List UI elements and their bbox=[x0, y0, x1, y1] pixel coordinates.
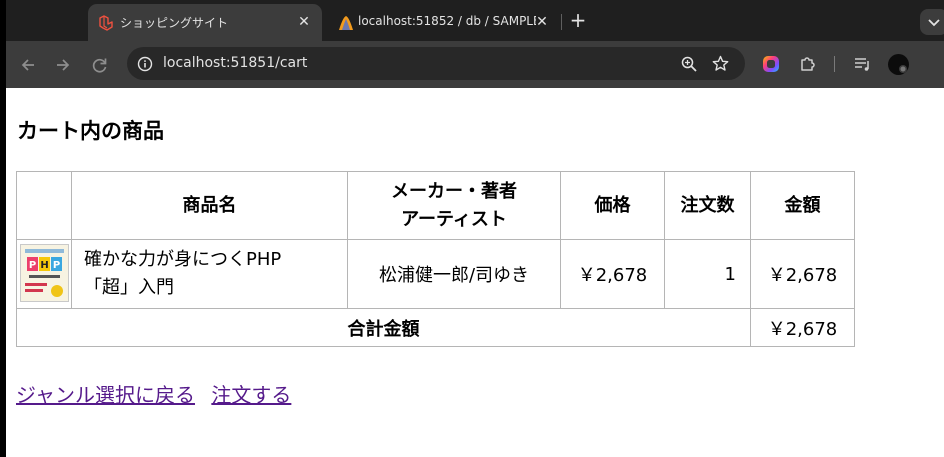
address-bar[interactable]: localhost:51851/cart bbox=[127, 47, 745, 80]
total-label: 合計金額 bbox=[16, 308, 751, 347]
svg-text:P: P bbox=[52, 260, 59, 271]
header-quantity: 注文数 bbox=[664, 171, 751, 240]
close-icon[interactable]: ✕ bbox=[296, 14, 312, 30]
product-name: 確かな力が身につくPHP 「超」入門 bbox=[71, 239, 348, 309]
tab-shopping-site[interactable]: ショッピングサイト ✕ bbox=[88, 4, 322, 41]
media-queue-icon[interactable] bbox=[853, 55, 871, 73]
header-price: 価格 bbox=[560, 171, 665, 240]
profile-badge-icon bbox=[899, 65, 907, 73]
site-info-icon[interactable] bbox=[137, 56, 153, 72]
toolbar-divider bbox=[834, 56, 835, 72]
product-quantity: 1 bbox=[664, 239, 751, 309]
tab-title: ショッピングサイト bbox=[120, 16, 229, 30]
svg-text:H: H bbox=[40, 260, 48, 271]
header-product-name: 商品名 bbox=[71, 171, 348, 240]
laravel-icon bbox=[99, 15, 113, 31]
zoom-icon[interactable] bbox=[681, 56, 697, 72]
header-maker: メーカー・著者 アーティスト bbox=[347, 171, 561, 240]
product-image-cell: P H P bbox=[16, 239, 72, 309]
svg-text:P: P bbox=[28, 260, 35, 271]
bookmark-star-icon[interactable] bbox=[712, 55, 729, 72]
product-amount: ￥2,678 bbox=[750, 239, 855, 309]
reload-icon[interactable] bbox=[90, 55, 110, 75]
table-row: P H P 確かな力が身につくPHP 「超」入門 松浦健一郎/司ゆき ￥2,67… bbox=[16, 239, 855, 309]
header-maker-line2: アーティスト bbox=[401, 208, 507, 230]
page-title: カート内の商品 bbox=[17, 119, 164, 143]
new-tab-plus-icon[interactable]: + bbox=[568, 10, 588, 31]
header-amount: 金額 bbox=[750, 171, 855, 240]
product-name-line2: 「超」入門 bbox=[84, 277, 174, 298]
total-row: 合計金額 ￥2,678 bbox=[16, 308, 855, 347]
phpmyadmin-icon bbox=[339, 16, 353, 30]
tab-divider bbox=[561, 14, 562, 30]
url-text[interactable]: localhost:51851/cart bbox=[163, 55, 307, 71]
page-links: ジャンル選択に戻る 注文する bbox=[16, 379, 301, 408]
close-icon[interactable]: ✕ bbox=[534, 14, 550, 30]
header-maker-line1: メーカー・著者 bbox=[391, 180, 517, 202]
extensions-puzzle-icon[interactable] bbox=[799, 55, 817, 73]
profile-avatar[interactable] bbox=[888, 54, 909, 75]
tab-phpmyadmin[interactable]: localhost:51852 / db / SAMPLE ✕ bbox=[328, 4, 560, 41]
total-amount: ￥2,678 bbox=[750, 308, 855, 347]
back-arrow-icon[interactable] bbox=[18, 55, 38, 75]
product-maker: 松浦健一郎/司ゆき bbox=[347, 239, 561, 309]
place-order-link[interactable]: 注文する bbox=[211, 383, 291, 407]
tab-search-button[interactable] bbox=[920, 9, 944, 35]
book-cover-image: P H P bbox=[20, 245, 68, 301]
header-image bbox=[16, 171, 72, 240]
chevron-down-icon bbox=[928, 19, 940, 27]
browser-toolbar: localhost:51851/cart bbox=[0, 41, 944, 88]
tab-title: localhost:51852 / db / SAMPLE bbox=[358, 14, 536, 28]
product-name-line1: 確かな力が身につくPHP bbox=[84, 249, 282, 270]
book-cover-thumbnail: P H P bbox=[19, 244, 69, 302]
back-to-genre-link[interactable]: ジャンル選択に戻る bbox=[16, 383, 195, 407]
table-header-row: 商品名 メーカー・著者 アーティスト 価格 注文数 金額 bbox=[16, 171, 855, 240]
cart-table: 商品名 メーカー・著者 アーティスト 価格 注文数 金額 P H P 確かな力が… bbox=[16, 171, 855, 347]
forward-arrow-icon[interactable] bbox=[53, 55, 73, 75]
tab-bar: ショッピングサイト ✕ localhost:51852 / db / SAMPL… bbox=[0, 0, 944, 41]
color-extension-icon[interactable] bbox=[762, 55, 780, 73]
product-price: ￥2,678 bbox=[560, 239, 665, 309]
window-edge bbox=[0, 0, 6, 457]
